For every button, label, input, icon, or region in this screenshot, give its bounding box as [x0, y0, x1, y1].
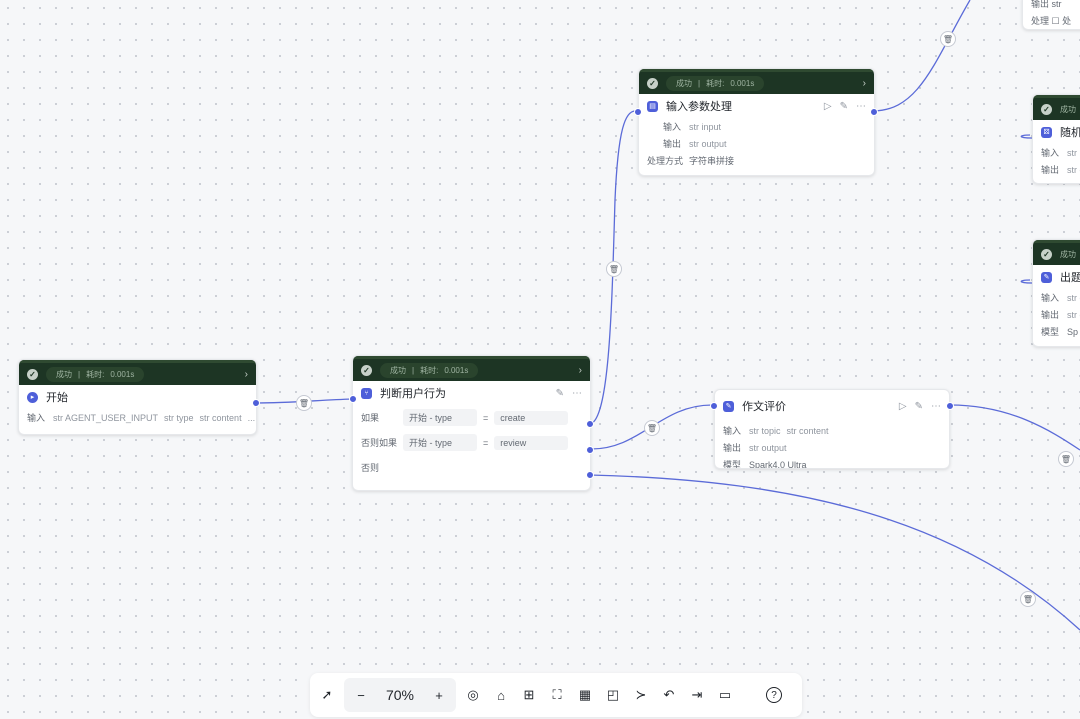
node-status-bar: ✓ 成功 | 耗时: 0.001s ›: [19, 360, 256, 385]
edit-icon[interactable]: ✎: [556, 388, 564, 399]
port-judge-elseif[interactable]: [586, 446, 594, 454]
port-input-out[interactable]: [870, 108, 878, 116]
comment-icon[interactable]: ▭: [714, 684, 736, 706]
node-start[interactable]: ✓ 成功 | 耗时: 0.001s › ▸ 开始 输入 str AGENT_USER_…: [18, 359, 257, 435]
node-status-bar: ✓ 成功 | 耗时: 0.001s ›: [639, 69, 874, 94]
edge-essay-right: [949, 404, 1080, 451]
edit-icon[interactable]: ✎: [915, 401, 923, 412]
node-title: 随机: [1060, 127, 1080, 139]
edge-right1-in: [1020, 134, 1033, 139]
add-node-icon[interactable]: ⊞: [518, 684, 540, 706]
node-status-bar: ✓ 成功: [1033, 240, 1080, 265]
zoom-control: − 70% +: [344, 678, 456, 712]
export-icon[interactable]: ⇥: [686, 684, 708, 706]
node-title: 输入参数处理: [666, 101, 732, 113]
more-icon[interactable]: ⋯: [572, 388, 582, 399]
success-check-icon: ✓: [647, 77, 658, 89]
delete-edge-icon[interactable]: 🗑: [296, 395, 312, 411]
node-top-partial[interactable]: 输出 str 处理 ☐ 处: [1022, 0, 1080, 30]
start-node-icon: ▸: [27, 391, 38, 403]
more-icon[interactable]: ⋯: [856, 101, 866, 112]
node-input-process[interactable]: ✓ 成功 | 耗时: 0.001s › ▤ 输入参数处理 ▷ ✎ ⋯ 输入 str inp…: [638, 68, 875, 176]
success-check-icon: ✓: [27, 368, 38, 380]
layout-icon[interactable]: ▦: [574, 684, 596, 706]
node-title: 判断用户行为: [380, 388, 446, 400]
edge-judge-else: [589, 474, 1080, 631]
pointer-icon[interactable]: ➚: [316, 684, 338, 706]
success-check-icon: ✓: [1041, 103, 1052, 115]
delete-edge-icon[interactable]: 🗑: [1058, 451, 1074, 467]
zoom-in-button[interactable]: +: [428, 684, 450, 706]
random-node-icon: ⚄: [1041, 126, 1052, 138]
run-icon[interactable]: ▷: [824, 101, 832, 112]
delete-edge-icon[interactable]: 🗑: [644, 420, 660, 436]
success-check-icon: ✓: [361, 364, 372, 376]
delete-edge-icon[interactable]: 🗑: [1020, 591, 1036, 607]
node-essay-review[interactable]: ✎ 作文评价 ▷ ✎ ⋯ 输入 str topic str content 输出 s…: [714, 389, 950, 469]
zoom-level: 70%: [385, 687, 415, 703]
port-essay-in[interactable]: [710, 402, 718, 410]
node-title: 出题: [1060, 272, 1080, 284]
node-question[interactable]: ✓ 成功 ✎ 出题 输入str c 输出str o 模型Sp: [1032, 239, 1080, 347]
delete-edge-icon[interactable]: 🗑: [606, 261, 622, 277]
port-judge-else[interactable]: [586, 471, 594, 479]
node-status-bar: ✓ 成功 | 耗时: 0.001s ›: [353, 356, 590, 381]
locate-icon[interactable]: ◎: [462, 684, 484, 706]
clean-icon[interactable]: ⌂: [490, 684, 512, 706]
chevron-right-icon[interactable]: ›: [245, 369, 248, 380]
edit-icon[interactable]: ✎: [840, 101, 848, 112]
chevron-right-icon[interactable]: ›: [579, 365, 582, 376]
delete-edge-icon[interactable]: 🗑: [940, 31, 956, 47]
edge-input-right: [873, 0, 971, 112]
process-node-icon: ▤: [647, 100, 658, 112]
port-essay-out[interactable]: [946, 402, 954, 410]
node-judge[interactable]: ✓ 成功 | 耗时: 0.001s › ⑂ 判断用户行为 ✎ ⋯ 如果 开始 - typ…: [352, 355, 591, 491]
zoom-out-button[interactable]: −: [350, 684, 372, 706]
success-check-icon: ✓: [1041, 248, 1052, 260]
run-icon[interactable]: ▷: [899, 401, 907, 412]
llm-node-icon: ✎: [723, 400, 734, 412]
connector-icon[interactable]: ≻: [630, 684, 652, 706]
port-start-out[interactable]: [252, 399, 260, 407]
chevron-right-icon[interactable]: ›: [863, 78, 866, 89]
port-judge-if[interactable]: [586, 420, 594, 428]
minimap-icon[interactable]: ◰: [602, 684, 624, 706]
port-judge-in[interactable]: [349, 395, 357, 403]
undo-icon[interactable]: ↶: [658, 684, 680, 706]
canvas-toolbar: ➚ − 70% + ◎ ⌂ ⊞ ⛶ ▦ ◰ ≻ ↶ ⇥ ▭ ?: [310, 673, 802, 717]
node-status-bar: ✓ 成功: [1033, 95, 1080, 120]
help-icon[interactable]: ?: [766, 687, 782, 703]
node-title: 作文评价: [742, 401, 786, 413]
more-icon[interactable]: ⋯: [931, 401, 941, 412]
node-random[interactable]: ✓ 成功 ⚄ 随机 输入str in 输出str ou: [1032, 94, 1080, 184]
edge-right2-in: [1020, 279, 1033, 284]
more-params[interactable]: ...: [248, 413, 256, 423]
node-title: 开始: [46, 392, 68, 404]
fit-view-icon[interactable]: ⛶: [546, 684, 568, 706]
branch-node-icon: ⑂: [361, 387, 372, 399]
llm-node-icon: ✎: [1041, 271, 1052, 283]
port-input-in[interactable]: [634, 108, 642, 116]
